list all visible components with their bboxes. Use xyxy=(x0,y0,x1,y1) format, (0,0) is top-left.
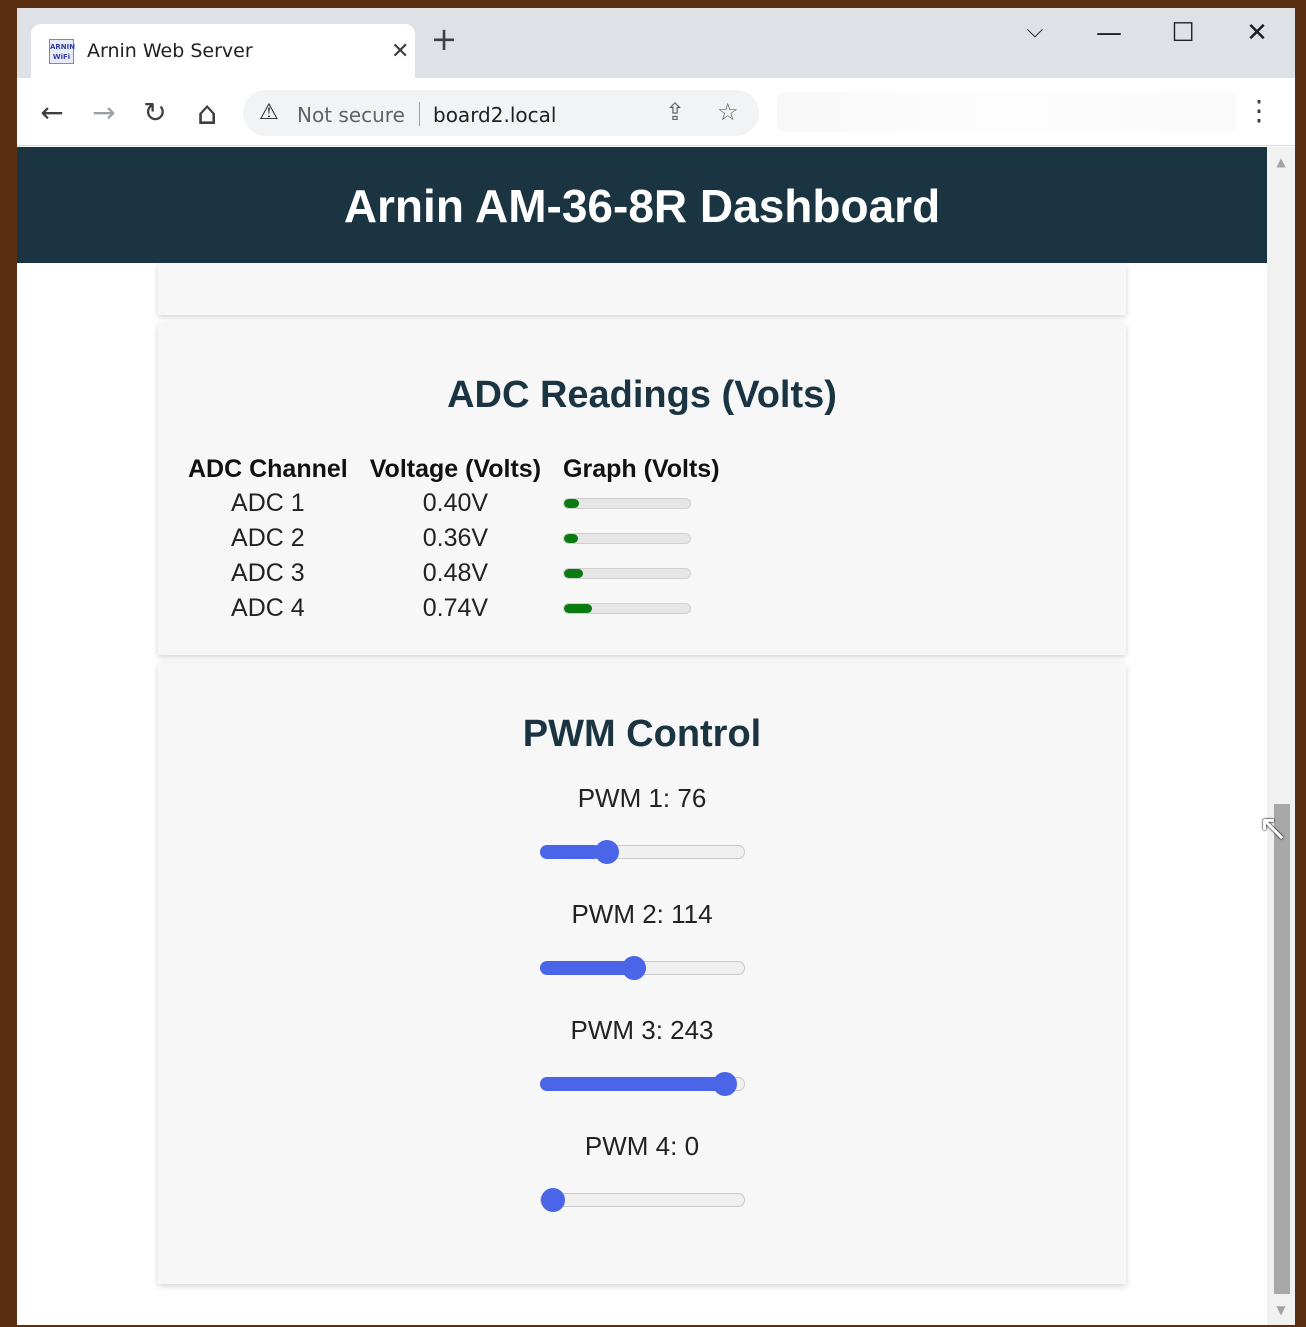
bookmark-star-icon[interactable]: ☆ xyxy=(717,98,739,126)
tab-close-icon[interactable]: ✕ xyxy=(391,39,409,64)
pwm-slider-thumb[interactable] xyxy=(621,956,646,980)
tab-title: Arnin Web Server xyxy=(87,40,253,62)
pwm-label: PWM 2: 114 xyxy=(571,899,713,929)
adc-graph-cell xyxy=(552,521,730,556)
adc-voltage-cell: 0.74V xyxy=(422,594,489,622)
favicon-icon: ARNIN WiFi xyxy=(49,39,75,64)
browser-tab[interactable]: ARNIN WiFi Arnin Web Server ✕ xyxy=(31,24,415,78)
adc-voltage-cell: 0.48V xyxy=(422,559,489,587)
adc-header-voltage: Voltage (Volts) xyxy=(369,454,542,483)
voltage-bar-fill xyxy=(564,569,583,578)
adc-card: ADC Readings (Volts) ADC Channel Voltage… xyxy=(158,324,1126,655)
table-row: ADC 1 0.40V xyxy=(177,486,731,521)
adc-header-channel: ADC Channel xyxy=(188,454,348,483)
page-title: Arnin AM-36-8R Dashboard xyxy=(343,180,941,232)
voltage-bar-fill xyxy=(564,604,592,613)
back-icon[interactable]: ← xyxy=(34,95,70,131)
share-icon[interactable]: ⇪ xyxy=(665,98,685,126)
adc-header-graph: Graph (Volts) xyxy=(563,454,720,483)
scroll-down-icon[interactable]: ▼ xyxy=(1267,1303,1295,1317)
vertical-scrollbar[interactable]: ▲ ▼ xyxy=(1267,147,1295,1325)
voltage-bar xyxy=(563,498,692,509)
adc-graph-cell xyxy=(552,591,730,626)
pwm-slider-thumb[interactable] xyxy=(594,840,619,864)
minimize-icon[interactable]: — xyxy=(1087,18,1131,48)
close-window-icon[interactable]: ✕ xyxy=(1235,18,1279,48)
forward-icon[interactable]: → xyxy=(86,95,122,131)
reload-icon[interactable]: ↻ xyxy=(137,95,173,131)
omnibox-divider xyxy=(419,102,420,126)
adc-channel-cell: ADC 1 xyxy=(231,489,305,517)
maximize-icon[interactable]: ☐ xyxy=(1161,18,1205,48)
extensions-area xyxy=(777,92,1237,132)
adc-voltage-cell: 0.36V xyxy=(422,524,489,552)
dashboard-header: Arnin AM-36-8R Dashboard xyxy=(17,147,1267,263)
warning-icon[interactable]: ⚠ xyxy=(259,100,279,125)
pwm-label: PWM 3: 243 xyxy=(570,1015,714,1045)
table-row: ADC 3 0.48V xyxy=(177,556,731,591)
pwm-control-item: PWM 2: 114 xyxy=(158,899,1126,930)
voltage-bar xyxy=(563,568,692,579)
voltage-bar xyxy=(563,533,692,544)
browser-toolbar: ← → ↻ ⌂ ⚠ Not secure board2.local ⇪ ☆ ⋮ xyxy=(17,78,1295,146)
pwm-control-item: PWM 1: 76 xyxy=(158,783,1126,814)
table-row: ADC 4 0.74V xyxy=(177,591,731,626)
adc-channel-cell: ADC 2 xyxy=(231,524,305,552)
pwm-slider-fill xyxy=(540,961,631,975)
adc-header-row: ADC Channel Voltage (Volts) Graph (Volts… xyxy=(177,452,731,486)
scrollbar-thumb[interactable] xyxy=(1274,804,1290,1294)
home-icon[interactable]: ⌂ xyxy=(189,95,225,131)
new-tab-button[interactable]: + xyxy=(427,22,461,56)
pwm-slider-fill xyxy=(540,845,601,859)
pwm-card: PWM Control PWM 1: 76 PWM 2: 114 PWM 3: 24… xyxy=(158,663,1126,1284)
voltage-bar-fill xyxy=(564,499,580,508)
adc-voltage-cell: 0.40V xyxy=(422,489,489,517)
url-text[interactable]: board2.local xyxy=(433,103,556,127)
pwm-slider-thumb[interactable] xyxy=(713,1072,738,1096)
adc-table: ADC Channel Voltage (Volts) Graph (Volts… xyxy=(177,452,731,626)
adc-title: ADC Readings (Volts) xyxy=(447,374,837,416)
adc-graph-cell xyxy=(552,556,730,591)
adc-channel-cell: ADC 3 xyxy=(231,559,305,587)
pwm-slider[interactable] xyxy=(540,1188,745,1212)
page-viewport: Arnin AM-36-8R Dashboard ADC Readings (V… xyxy=(17,147,1267,1325)
tab-strip: ARNIN WiFi Arnin Web Server ✕ + ⌵ — ☐ ✕ xyxy=(17,8,1295,78)
address-bar[interactable]: ⚠ Not secure board2.local ⇪ ☆ xyxy=(243,90,759,136)
pwm-slider[interactable] xyxy=(540,956,745,980)
adc-graph-cell xyxy=(552,486,730,521)
browser-menu-icon[interactable]: ⋮ xyxy=(1245,94,1273,127)
pwm-control-item: PWM 3: 243 xyxy=(158,1015,1126,1046)
card-partial xyxy=(158,263,1126,315)
adc-channel-cell: ADC 4 xyxy=(231,594,305,622)
browser-window: ARNIN WiFi Arnin Web Server ✕ + ⌵ — ☐ ✕ … xyxy=(17,8,1295,1325)
pwm-slider-thumb[interactable] xyxy=(541,1188,565,1212)
voltage-bar-fill xyxy=(564,534,578,543)
pwm-label: PWM 4: 0 xyxy=(584,1131,700,1161)
voltage-bar xyxy=(563,603,692,614)
pwm-title: PWM Control xyxy=(522,713,762,755)
security-label[interactable]: Not secure xyxy=(297,103,405,127)
pwm-slider-fill xyxy=(540,1077,734,1091)
pwm-control-item: PWM 4: 0 xyxy=(158,1131,1126,1162)
pwm-label: PWM 1: 76 xyxy=(577,783,707,813)
pwm-slider[interactable] xyxy=(540,840,745,864)
tab-search-icon[interactable]: ⌵ xyxy=(1013,18,1057,43)
mouse-cursor-icon: ↖ xyxy=(1258,808,1289,849)
scroll-up-icon[interactable]: ▲ xyxy=(1267,155,1295,169)
table-row: ADC 2 0.36V xyxy=(177,521,731,556)
pwm-slider[interactable] xyxy=(540,1072,745,1096)
